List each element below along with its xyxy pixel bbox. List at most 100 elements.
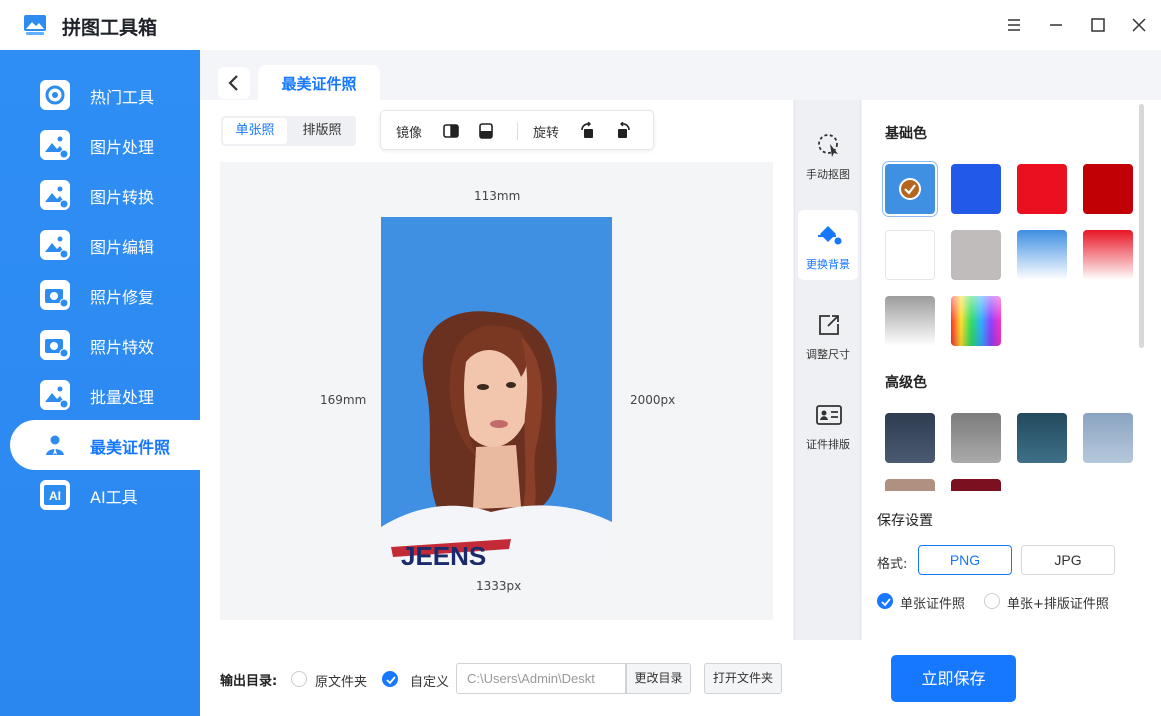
sidebar-item-image-convert[interactable]: 图片转换: [0, 170, 200, 220]
sidebar-item-photo-repair[interactable]: 照片修复: [0, 270, 200, 320]
swatch-gradient-red[interactable]: [1083, 230, 1133, 280]
sidebar-item-label: 照片修复: [90, 288, 155, 307]
ai-icon: AI: [40, 480, 70, 510]
custom-folder-radio[interactable]: [382, 671, 398, 687]
sidebar-item-label: 图片处理: [90, 138, 155, 157]
tool-label: 证件排版: [806, 438, 850, 451]
height-mm-label: 169mm: [320, 393, 367, 407]
swatch-white[interactable]: [885, 230, 935, 280]
output-path-input[interactable]: [456, 663, 626, 694]
svg-text:AI: AI: [49, 489, 61, 503]
back-button[interactable]: [218, 67, 250, 99]
sidebar-item-label: 图片编辑: [90, 238, 155, 257]
sidebar-item-photo-effect[interactable]: 照片特效: [0, 320, 200, 370]
maximize-icon[interactable]: [1087, 14, 1109, 36]
tool-label: 更换背景: [806, 258, 850, 271]
manual-cutout-icon: [818, 134, 838, 157]
sidebar-item-image-process[interactable]: 图片处理: [0, 120, 200, 170]
tool-id-layout[interactable]: 证件排版: [798, 390, 858, 460]
id-layout-icon: [816, 405, 842, 425]
advanced-colors-title: 高级色: [885, 375, 927, 391]
tool-label: 调整尺寸: [806, 348, 850, 361]
height-px-label: 2000px: [630, 393, 676, 407]
sidebar-item-image-edit[interactable]: 图片编辑: [0, 220, 200, 270]
check-icon: [386, 676, 396, 685]
sidebar-item-ai[interactable]: AI AI工具: [0, 470, 200, 520]
tool-change-background[interactable]: 更换背景: [798, 210, 858, 280]
change-dir-button[interactable]: 更改目录: [626, 663, 691, 694]
sidebar-item-label: 照片特效: [90, 338, 155, 357]
menu-icon[interactable]: [1003, 14, 1025, 36]
swatch-royal-blue[interactable]: [951, 164, 1001, 214]
swatch-dark-red[interactable]: [1083, 164, 1133, 214]
flip-vertical-icon[interactable]: [477, 122, 495, 140]
tool-resize[interactable]: 调整尺寸: [798, 300, 858, 370]
app-logo-icon: [24, 15, 46, 35]
format-jpg-button[interactable]: JPG: [1021, 545, 1115, 575]
width-mm-label: 113mm: [474, 189, 521, 203]
swatch-steel-gray[interactable]: [951, 413, 1001, 463]
format-png-button[interactable]: PNG: [918, 545, 1012, 575]
swatch-light-steel[interactable]: [1083, 413, 1133, 463]
sidebar-item-label: 图片转换: [90, 188, 155, 207]
tool-manual-cutout[interactable]: 手动抠图: [798, 120, 858, 190]
resize-icon: [819, 315, 839, 335]
close-icon[interactable]: [1128, 14, 1150, 36]
tool-column: 手动抠图 更换背景 调整尺寸 证件排版: [794, 100, 861, 640]
sidebar-item-label: 批量处理: [90, 388, 155, 407]
save-settings-title: 保存设置: [877, 513, 933, 529]
photo-repair-icon: [40, 280, 70, 310]
width-px-label: 1333px: [476, 579, 522, 593]
basic-colors-title: 基础色: [885, 126, 927, 142]
flip-horizontal-icon[interactable]: [442, 122, 460, 140]
mirror-label: 镜像: [396, 126, 423, 141]
swatch-teal[interactable]: [1017, 413, 1067, 463]
custom-folder-label: 自定义: [410, 675, 450, 690]
transform-toolbar: 镜像 旋转: [380, 110, 654, 150]
save-now-button[interactable]: 立即保存: [891, 655, 1016, 702]
swatch-gradient-gray[interactable]: [885, 296, 935, 346]
image-convert-icon: [40, 180, 70, 210]
id-photo-icon: [40, 430, 70, 460]
advanced-colors-overflow: [885, 479, 1135, 491]
swatch-tan[interactable]: [885, 479, 935, 491]
title-bar: 拼图工具箱: [0, 0, 1161, 50]
svg-text:JEENS: JEENS: [401, 541, 486, 565]
sidebar-item-batch[interactable]: 批量处理: [0, 370, 200, 420]
minimize-icon[interactable]: [1045, 14, 1067, 36]
tab-id-photo[interactable]: 最美证件照: [258, 65, 380, 101]
swatch-red[interactable]: [1017, 164, 1067, 214]
swatch-slate[interactable]: [885, 413, 935, 463]
single-and-layout-option-label: 单张+排版证件照: [1007, 597, 1109, 612]
paint-bucket-icon: [818, 226, 842, 245]
original-folder-radio[interactable]: [291, 671, 307, 687]
open-folder-button[interactable]: 打开文件夹: [704, 663, 782, 694]
rotate-left-icon[interactable]: [579, 122, 597, 140]
id-photo-preview: JEENS: [381, 217, 612, 565]
sidebar-item-label: 最美证件照: [90, 438, 171, 457]
portrait-image: JEENS: [381, 311, 612, 565]
swatch-gradient-rainbow[interactable]: [951, 296, 1001, 346]
swatch-gradient-blue[interactable]: [1017, 230, 1067, 280]
hot-tools-icon: [40, 80, 70, 110]
original-folder-label: 原文件夹: [315, 675, 368, 690]
swatch-gray[interactable]: [951, 230, 1001, 280]
single-photo-radio[interactable]: [877, 593, 893, 609]
toolbar-divider: [517, 122, 518, 140]
app-title: 拼图工具箱: [62, 17, 158, 39]
swatch-maroon[interactable]: [951, 479, 1001, 491]
single-and-layout-radio[interactable]: [984, 593, 1000, 609]
layout-photo-tab[interactable]: 排版照: [290, 118, 354, 144]
sidebar-item-hot-tools[interactable]: 热门工具: [0, 70, 200, 120]
output-dir-label: 输出目录:: [220, 674, 278, 689]
rotate-right-icon[interactable]: [614, 122, 632, 140]
sidebar-item-id-photo[interactable]: 最美证件照: [10, 420, 200, 470]
single-photo-tab[interactable]: 单张照: [223, 118, 287, 144]
settings-scrollbar[interactable]: [1139, 104, 1144, 348]
swatch-blue-selected[interactable]: [885, 164, 935, 214]
single-photo-option-label: 单张证件照: [900, 597, 966, 612]
image-edit-icon: [40, 230, 70, 260]
check-icon: [899, 178, 921, 200]
sidebar-item-label: AI工具: [90, 488, 138, 507]
batch-icon: [40, 380, 70, 410]
